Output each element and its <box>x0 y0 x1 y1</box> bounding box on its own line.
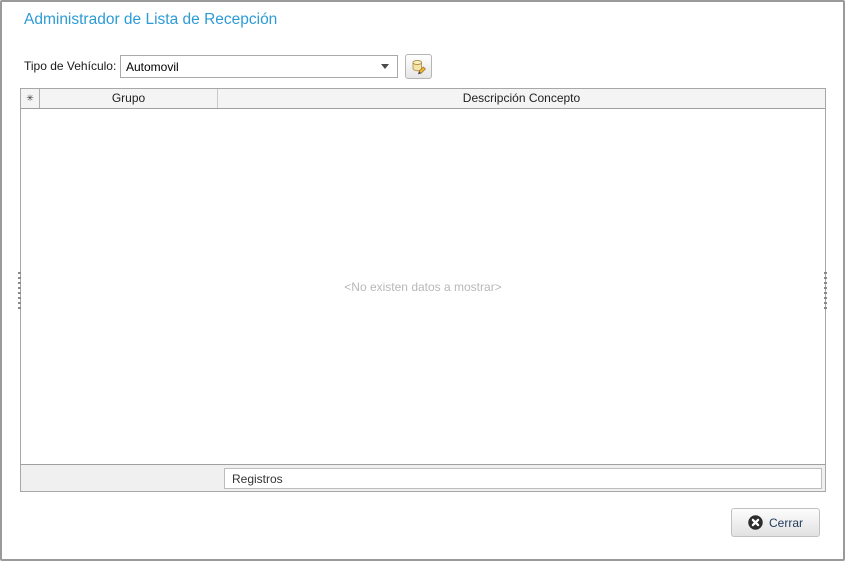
vehicle-type-label: Tipo de Vehículo: <box>24 55 116 78</box>
close-circle-icon <box>748 515 763 530</box>
left-splitter-grip[interactable] <box>18 272 21 310</box>
empty-data-message: <No existen datos a mostrar> <box>344 280 501 294</box>
grid-body[interactable]: <No existen datos a mostrar> <box>21 109 825 464</box>
edit-data-icon <box>410 58 427 75</box>
column-header-descripcion-concepto[interactable]: Descripción Concepto <box>218 89 825 108</box>
asterisk-icon: ✳ <box>26 93 34 104</box>
new-row-indicator-cell[interactable]: ✳ <box>21 89 40 108</box>
vehicle-type-combobox[interactable]: Automovil <box>120 55 398 78</box>
page-title: Administrador de Lista de Recepción <box>24 10 277 30</box>
reception-list-grid: ✳ Grupo Descripción Concepto <No existen… <box>20 88 826 492</box>
column-header-grupo[interactable]: Grupo <box>40 89 218 108</box>
edit-list-button[interactable] <box>405 54 432 79</box>
grid-header-row: ✳ Grupo Descripción Concepto <box>21 89 825 109</box>
registros-label: Registros <box>232 472 283 486</box>
dropdown-arrow-icon[interactable] <box>381 64 389 69</box>
vehicle-type-value: Automovil <box>121 60 381 74</box>
cerrar-label: Cerrar <box>769 516 803 530</box>
grid-footer-row: Registros <box>21 464 825 491</box>
cerrar-button[interactable]: Cerrar <box>731 508 820 537</box>
registros-summary-box: Registros <box>224 468 822 489</box>
dialog-window: Administrador de Lista de Recepción Tipo… <box>0 0 845 561</box>
right-splitter-grip[interactable] <box>824 272 827 310</box>
